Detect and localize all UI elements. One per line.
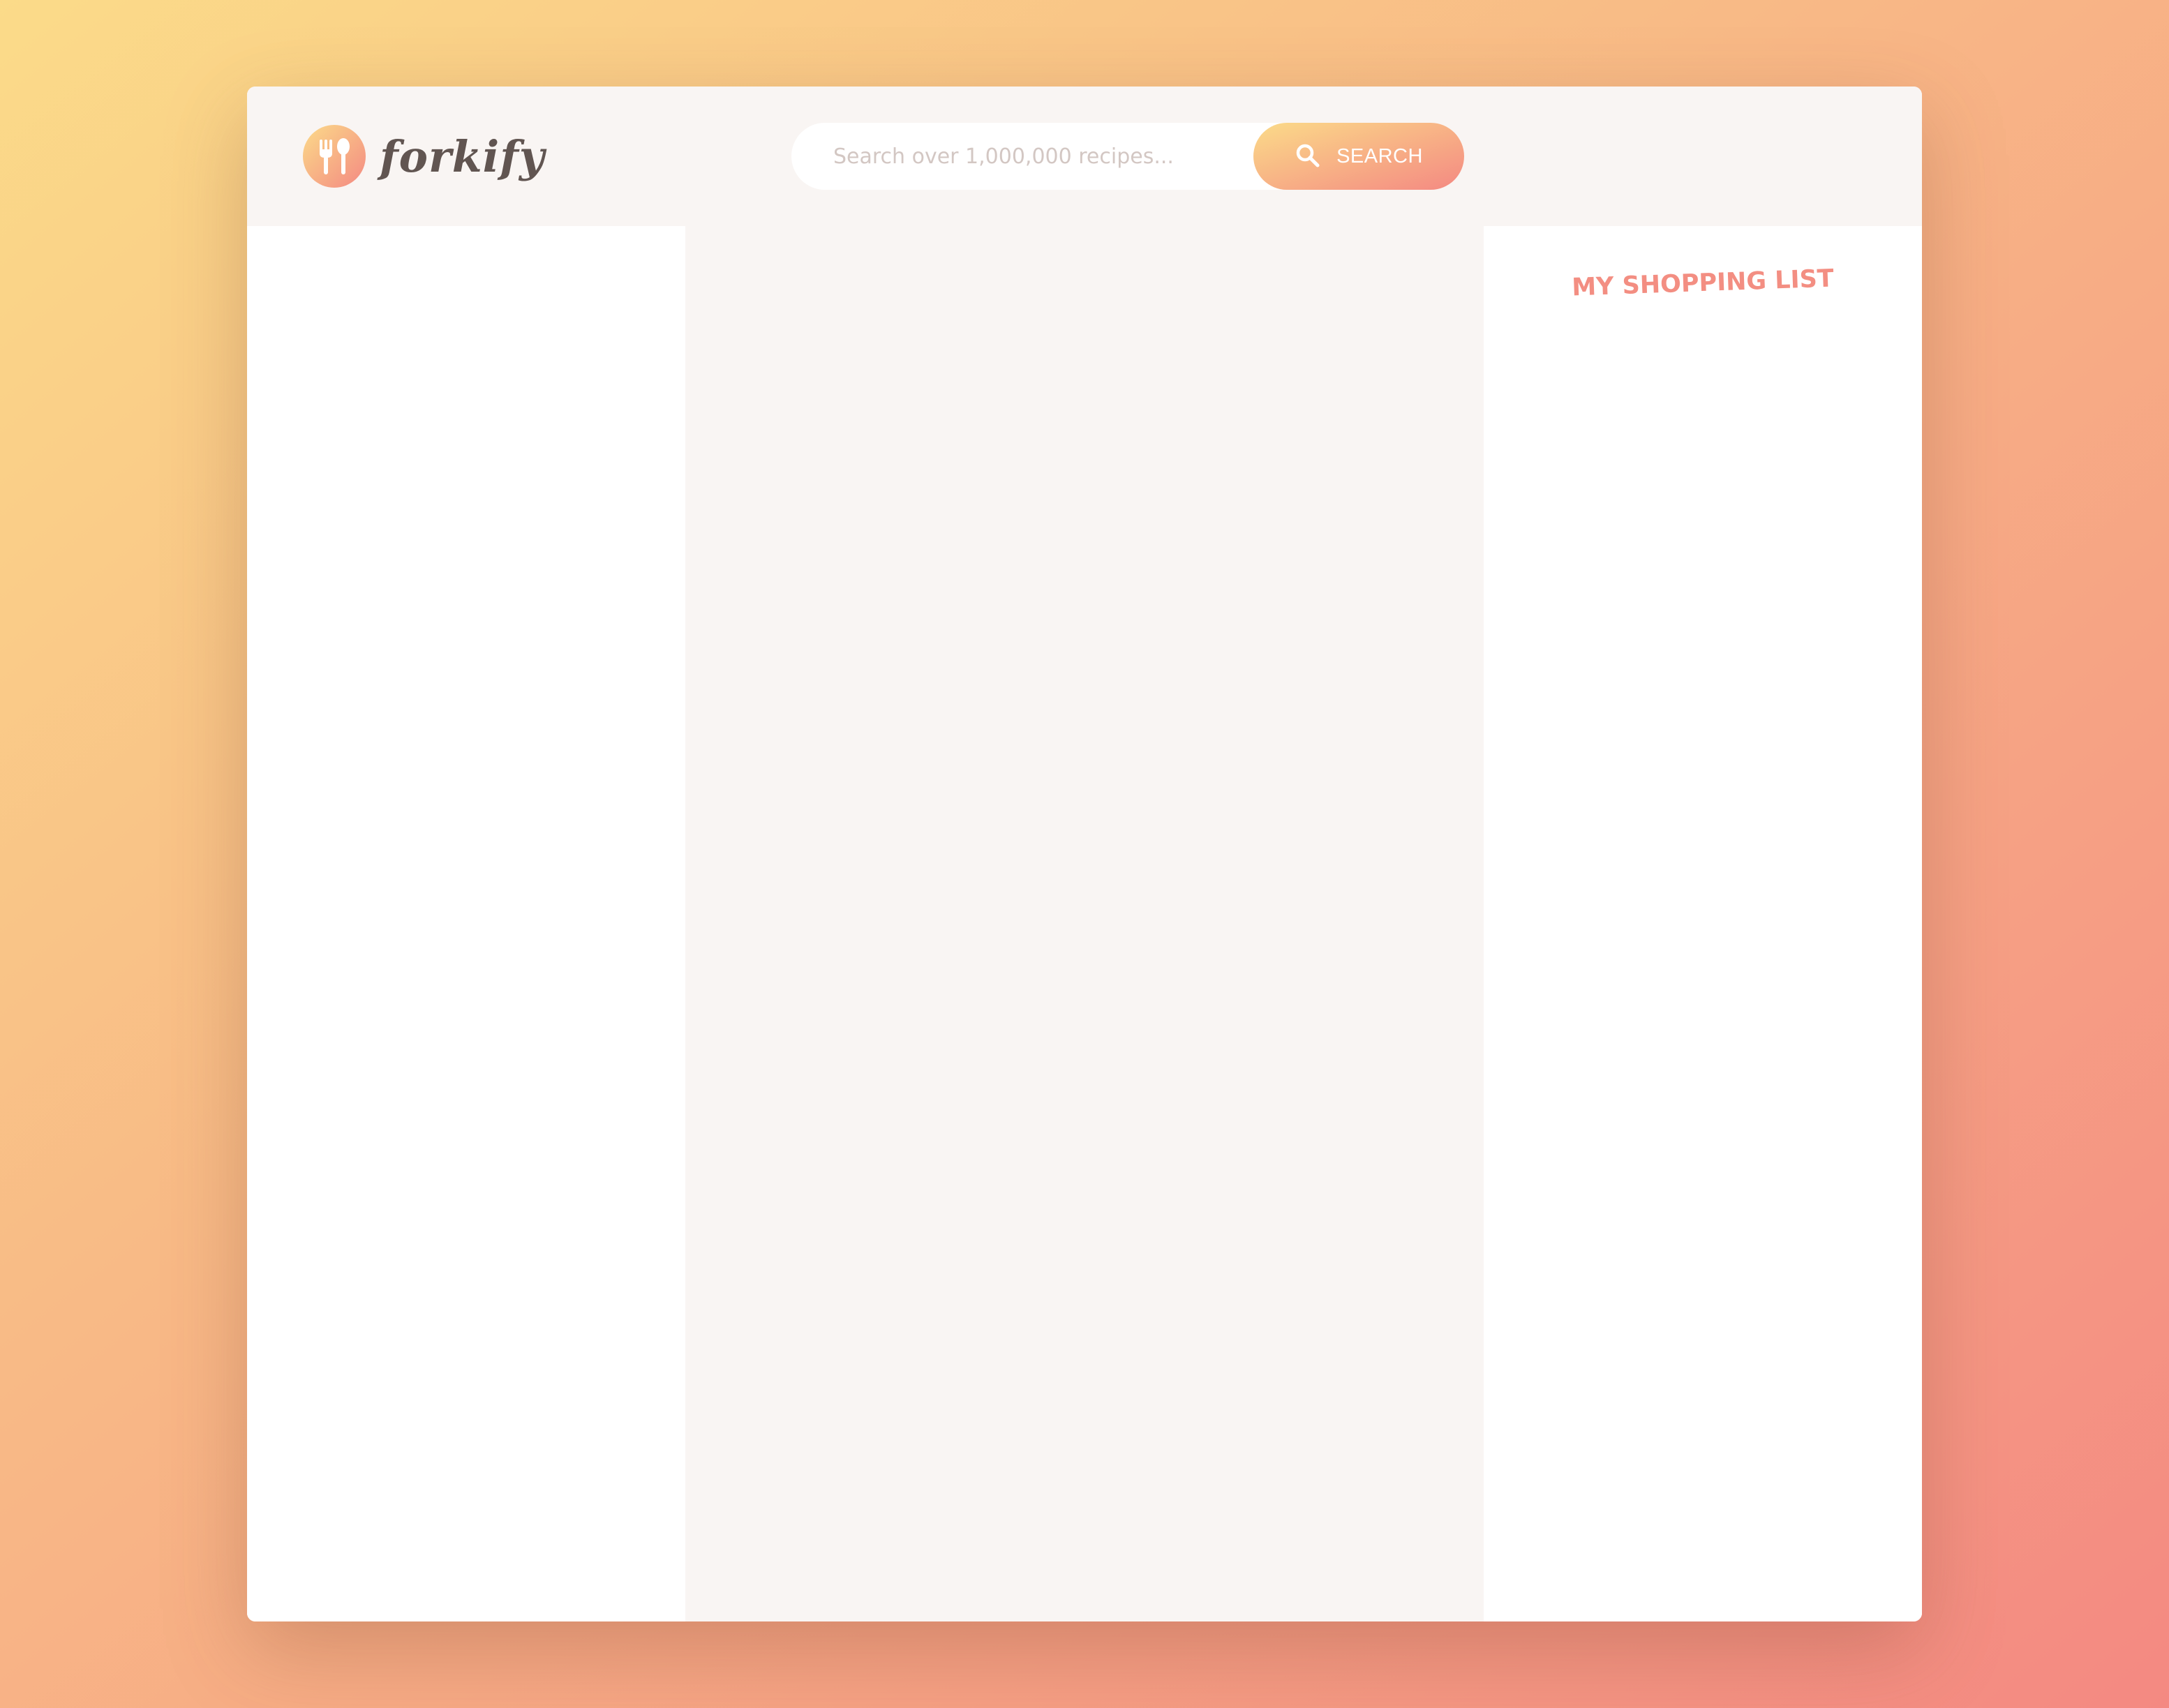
shopping-list-panel: MY SHOPPING LIST: [1484, 226, 1922, 1621]
results-panel: [247, 226, 685, 1621]
search-button[interactable]: SEARCH: [1253, 123, 1464, 190]
search-icon: [1295, 142, 1321, 171]
app-window: forkify SEARCH MY SHOPPING LIST: [247, 87, 1922, 1621]
search-form: SEARCH: [791, 123, 1464, 190]
fork-spoon-icon: [303, 125, 366, 188]
search-button-label: SEARCH: [1336, 144, 1423, 167]
recipe-panel: [685, 226, 1484, 1621]
header: forkify SEARCH: [247, 87, 1922, 226]
search-input[interactable]: [833, 144, 1280, 169]
shopping-list-title: MY SHOPPING LIST: [1571, 264, 1835, 302]
logo-text: forkify: [380, 130, 545, 182]
logo[interactable]: forkify: [303, 123, 545, 190]
